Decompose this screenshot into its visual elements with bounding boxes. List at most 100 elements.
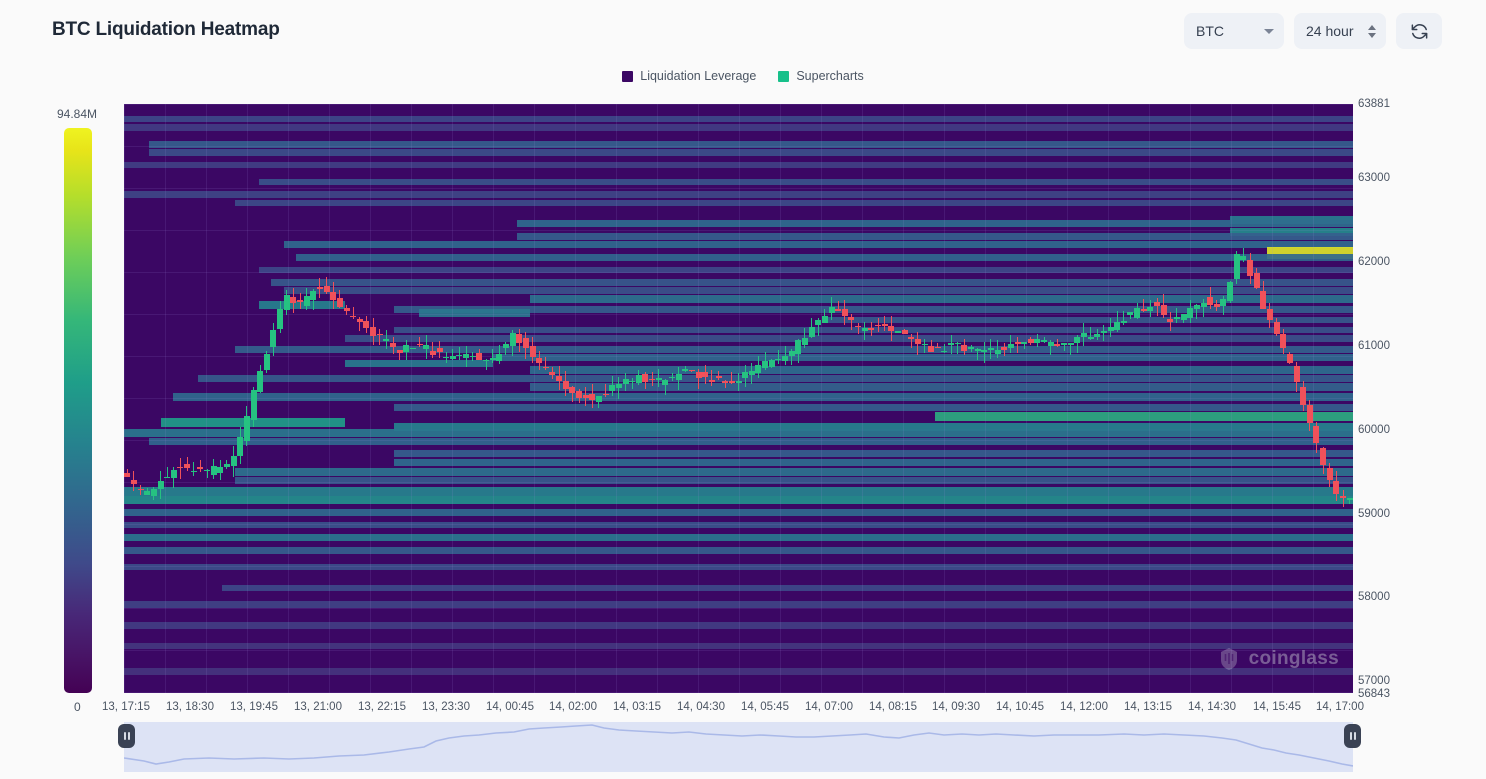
candlestick — [1207, 104, 1214, 693]
candlestick-body — [722, 381, 729, 384]
candlestick — [396, 104, 403, 693]
legend-item-supercharts[interactable]: Supercharts — [778, 69, 864, 83]
candlestick — [635, 104, 642, 693]
candlestick-body — [1266, 308, 1273, 320]
candlestick-body — [1160, 305, 1167, 316]
candlestick — [436, 104, 443, 693]
candlestick-body — [409, 347, 416, 350]
candlestick-body — [290, 296, 297, 303]
candlestick — [330, 104, 337, 693]
candlestick-wick — [1056, 338, 1058, 348]
candlestick-body — [1273, 322, 1280, 334]
time-axis-tick: 14, 03:15 — [613, 701, 661, 713]
candlestick — [217, 104, 224, 693]
candlestick — [1273, 104, 1280, 693]
candlestick-body — [881, 323, 888, 326]
time-axis-tick: 14, 04:30 — [677, 701, 725, 713]
candlestick — [1200, 104, 1207, 693]
candlestick — [277, 104, 284, 693]
candlestick-wick — [379, 328, 381, 345]
candlestick-wick — [777, 349, 779, 365]
candlestick-body — [1021, 342, 1028, 345]
candlestick — [376, 104, 383, 693]
candlestick-body — [888, 326, 895, 331]
candlestick — [456, 104, 463, 693]
candlestick-body — [1034, 339, 1041, 343]
candlestick-body — [1107, 327, 1114, 331]
time-axis-tick: 14, 15:45 — [1253, 701, 1301, 713]
candlestick-body — [768, 359, 775, 368]
candlestick-body — [669, 376, 676, 379]
candlestick — [476, 104, 483, 693]
candlestick — [1173, 104, 1180, 693]
candlestick-body — [655, 378, 662, 380]
candlestick-body — [1167, 319, 1174, 322]
time-axis-tick: 14, 07:00 — [805, 701, 853, 713]
candlestick-body — [1100, 331, 1107, 333]
candlestick — [243, 104, 250, 693]
time-axis-tick: 14, 08:15 — [869, 701, 917, 713]
candlestick — [994, 104, 1001, 693]
candlestick-body — [330, 292, 337, 300]
candlestick — [1100, 104, 1107, 693]
candlestick-wick — [1203, 298, 1205, 317]
legend-item-liquidation-leverage[interactable]: Liquidation Leverage — [622, 69, 756, 83]
symbol-select[interactable]: BTC — [1184, 13, 1284, 49]
candlestick — [1094, 104, 1101, 693]
candlestick-body — [1193, 304, 1200, 310]
candlestick-body — [821, 315, 828, 323]
candlestick-body — [310, 290, 317, 300]
candlestick — [987, 104, 994, 693]
brush-handle-right[interactable] — [1344, 724, 1361, 748]
candlestick-body — [748, 371, 755, 376]
candlestick-body — [861, 328, 868, 331]
heatmap-plot-area[interactable]: coinglass — [124, 104, 1353, 693]
candlestick — [1187, 104, 1194, 693]
candlestick-body — [1286, 354, 1293, 363]
candlestick-body — [396, 349, 403, 353]
candlestick-body — [263, 353, 270, 371]
brush-handle-left[interactable] — [118, 724, 135, 748]
candlestick-body — [443, 356, 450, 359]
candlestick-body — [403, 345, 410, 353]
candlestick — [177, 104, 184, 693]
candlestick-body — [1333, 480, 1340, 495]
candlestick-body — [589, 394, 596, 400]
candlestick-body — [914, 339, 921, 344]
candlestick — [1346, 104, 1353, 693]
candlestick-body — [190, 470, 197, 473]
candlestick — [1047, 104, 1054, 693]
candlestick-body — [1326, 468, 1333, 481]
candlestick-body — [941, 350, 948, 353]
candlestick-body — [981, 350, 988, 353]
candlestick-body — [370, 326, 377, 337]
candlestick-body — [270, 330, 277, 348]
candlestick — [210, 104, 217, 693]
candlestick-body — [649, 378, 656, 381]
candlestick — [542, 104, 549, 693]
candlestick — [1253, 104, 1260, 693]
candlestick-body — [303, 295, 310, 306]
candlestick — [343, 104, 350, 693]
candlestick — [908, 104, 915, 693]
colorbar-max-label: 94.84M — [57, 107, 98, 121]
candlestick — [728, 104, 735, 693]
time-range-brush[interactable] — [118, 722, 1361, 772]
candlestick — [775, 104, 782, 693]
candlestick-body — [1054, 344, 1061, 346]
candlestick-body — [662, 380, 669, 386]
candlestick-wick — [711, 370, 713, 386]
candlestick-body — [921, 343, 928, 346]
candlestick-body — [1074, 337, 1081, 344]
time-axis-tick: 13, 22:15 — [358, 701, 406, 713]
candlestick-wick — [1176, 308, 1178, 324]
candlestick-body — [1173, 317, 1180, 320]
candlestick — [1240, 104, 1247, 693]
candlestick-body — [1187, 308, 1194, 319]
time-axis-tick: 14, 00:45 — [486, 701, 534, 713]
candlestick — [968, 104, 974, 693]
candlestick — [496, 104, 503, 693]
time-axis-tick: 14, 13:15 — [1124, 701, 1172, 713]
candlestick-body — [1147, 307, 1154, 311]
candlestick-body — [635, 374, 642, 383]
